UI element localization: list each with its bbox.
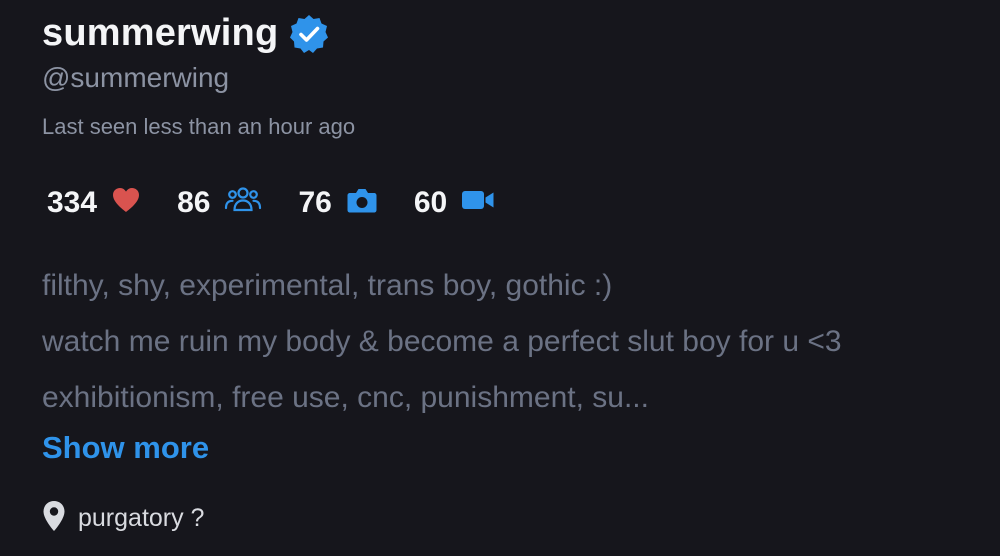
stat-likes[interactable]: 334: [47, 186, 141, 220]
camera-icon: [346, 186, 378, 219]
profile-bio: filthy, shy, experimental, trans boy, go…: [42, 258, 992, 426]
profile-handle: @summerwing: [42, 62, 230, 93]
users-icon: [224, 184, 262, 221]
bio-line: exhibitionism, free use, cnc, punishment…: [42, 381, 649, 414]
stat-videos[interactable]: 60: [414, 186, 495, 220]
profile-header: summerwing @summerwing Last seen less th…: [42, 0, 1000, 556]
video-icon: [461, 188, 495, 217]
verified-badge-icon: [288, 13, 330, 55]
name-row: summerwing: [42, 12, 330, 55]
stat-videos-value: 60: [413, 185, 448, 219]
bio-line: filthy, shy, experimental, trans boy, go…: [42, 269, 613, 302]
stat-photos[interactable]: 76: [298, 186, 377, 220]
stats-row: 334 86 76 60: [47, 184, 531, 221]
show-more-link[interactable]: Show more: [42, 430, 209, 466]
stat-subscribers[interactable]: 86: [177, 184, 262, 221]
stat-likes-value: 334: [47, 185, 98, 219]
location-pin-icon: [42, 500, 66, 537]
heart-icon: [111, 186, 141, 219]
stat-photos-value: 76: [298, 185, 332, 219]
location-row: purgatory ?: [42, 500, 204, 537]
last-seen-status: Last seen less than an hour ago: [42, 114, 356, 139]
location-text: purgatory ?: [78, 504, 205, 532]
stat-subscribers-value: 86: [177, 185, 211, 219]
display-name: summerwing: [42, 12, 279, 54]
bio-line: watch me ruin my body & become a perfect…: [42, 325, 842, 358]
